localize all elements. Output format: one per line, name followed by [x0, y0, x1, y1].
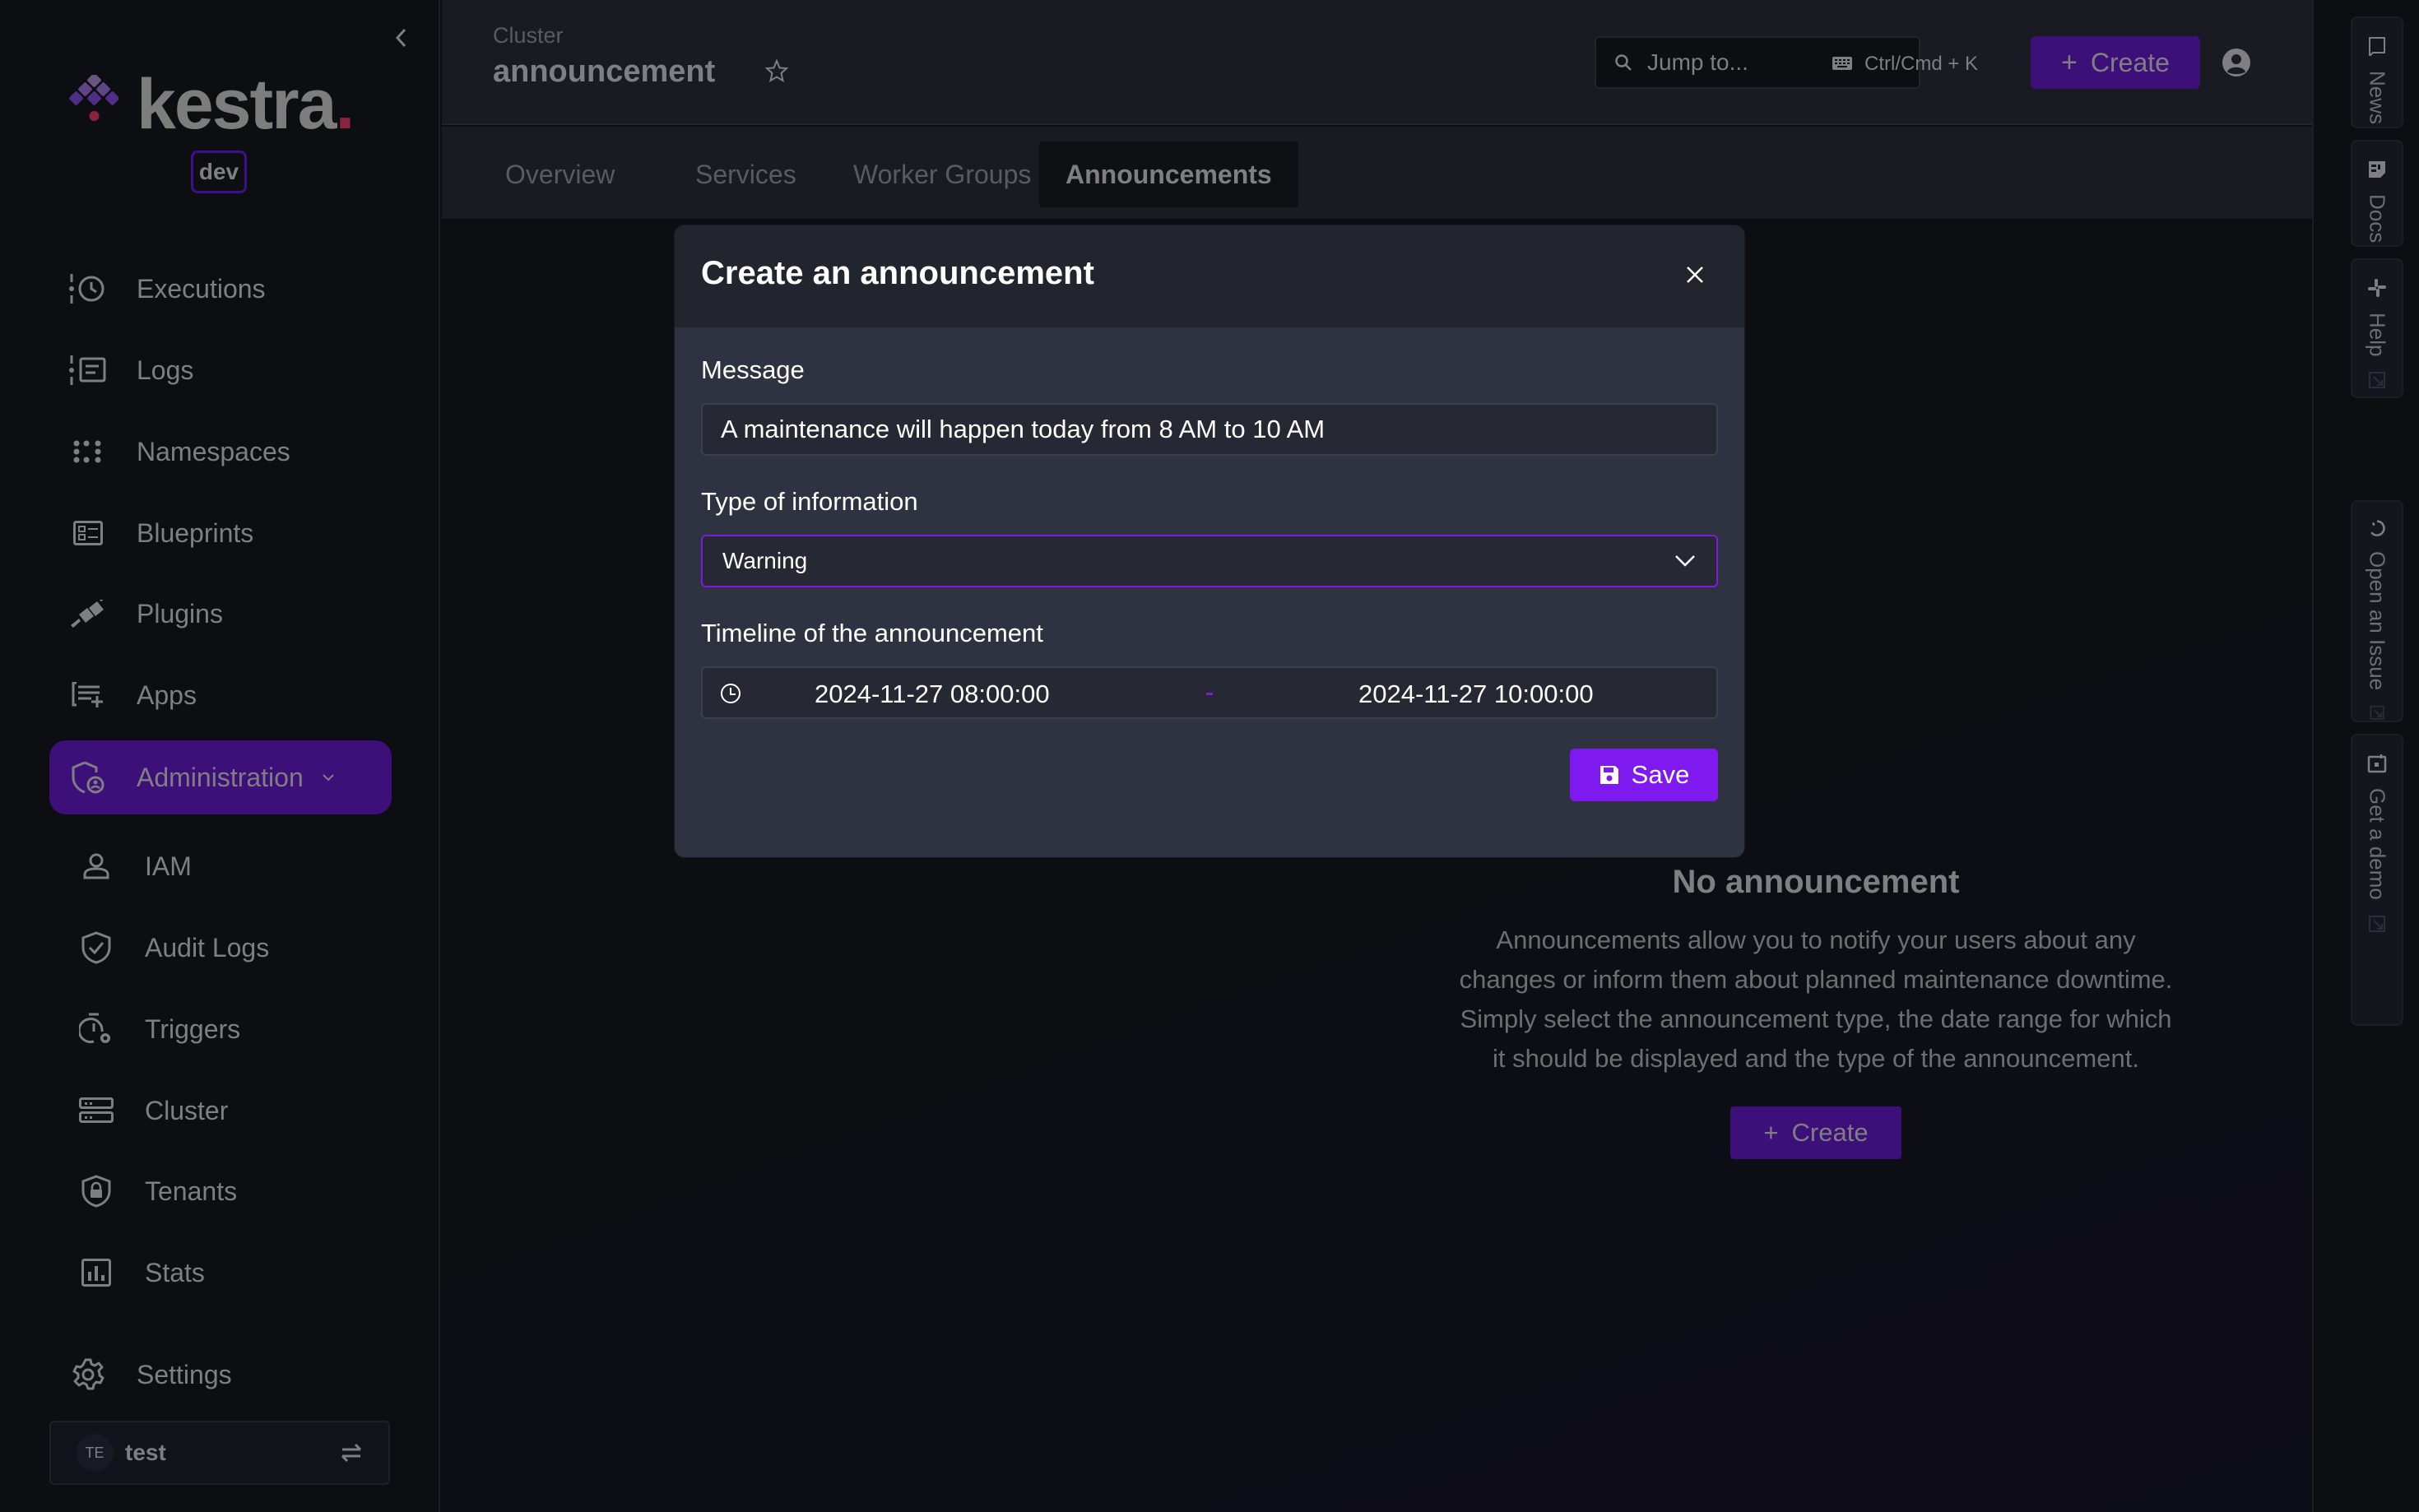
executions-icon [66, 267, 110, 311]
tenant-switcher[interactable]: TE test [49, 1421, 390, 1485]
sidebar-item-plugins[interactable]: Plugins [49, 577, 392, 651]
breadcrumb[interactable]: Cluster [493, 23, 564, 49]
blueprints-icon [66, 511, 110, 555]
message-input[interactable] [701, 403, 1718, 456]
shield-check-icon [74, 925, 118, 970]
tenant-name: test [125, 1440, 166, 1465]
plus-icon: + [2061, 46, 2078, 78]
message-label: Message [701, 355, 805, 384]
sidebar-item-namespaces[interactable]: Namespaces [49, 415, 392, 489]
kestra-wordmark: kestra. [137, 65, 355, 144]
shield-lock-icon [74, 1169, 118, 1213]
plugin-icon [66, 591, 110, 636]
chevron-left-icon [395, 28, 406, 48]
page-title: announcement [493, 54, 716, 89]
sidebar-item-logs[interactable]: Logs [49, 333, 392, 407]
timeline-date-range-picker[interactable]: 2024-11-27 08:00:00 2024-11-27 10:00:00 [701, 666, 1718, 719]
github-icon [2370, 520, 2385, 536]
sidebar-item-audit-logs[interactable]: Audit Logs [49, 911, 392, 985]
external-link-icon [2369, 915, 2385, 932]
user-icon [74, 844, 118, 888]
empty-state-description: Announcements allow you to notify your u… [1459, 925, 2173, 1073]
kestra-logo-mark-icon [69, 75, 118, 121]
dialog-header: Create an announcement [675, 225, 1744, 327]
account-circle-icon[interactable] [2222, 48, 2251, 77]
apps-icon [66, 673, 110, 717]
save-icon [1600, 766, 1618, 784]
type-label: Type of information [701, 487, 918, 516]
timeline-label: Timeline of the announcement [701, 619, 1043, 647]
slack-icon [2368, 279, 2386, 297]
right-rail: News Docs Help Open an Issue Get a demo … [2312, 0, 2419, 1512]
swap-icon [341, 1443, 362, 1463]
docs-icon [2369, 161, 2385, 178]
environment-badge: dev [191, 151, 247, 193]
sidebar-item-iam[interactable]: IAM [49, 829, 392, 903]
create-button[interactable]: + Create [2031, 36, 2200, 89]
chevron-down-icon [323, 774, 334, 782]
rail-open-issue-button[interactable]: Open an Issue [2351, 500, 2403, 722]
sidebar-item-settings[interactable]: Settings [49, 1338, 392, 1412]
keyboard-icon [1832, 57, 1852, 70]
jump-to-search[interactable]: Jump to... Ctrl/Cmd + K [1595, 36, 1978, 89]
search-icon [1615, 54, 1632, 71]
calendar-icon [2367, 754, 2387, 773]
sidebar-item-executions[interactable]: Executions [49, 252, 392, 326]
type-select[interactable]: Warning [701, 535, 1718, 587]
rail-help-button[interactable]: Help [2351, 258, 2403, 398]
sidebar-item-apps[interactable]: Apps [49, 658, 392, 732]
timeline-start[interactable]: 2024-11-27 08:00:00 [815, 679, 1050, 709]
namespaces-icon [66, 429, 110, 474]
sidebar-item-administration[interactable]: Administration [49, 740, 392, 814]
star-outline-icon[interactable] [765, 59, 788, 82]
message-icon [2369, 37, 2385, 56]
keyboard-shortcut: Ctrl/Cmd + K [1864, 53, 1979, 75]
close-button[interactable] [1678, 258, 1711, 291]
tab-overview[interactable]: Overview [479, 141, 641, 207]
range-separator [1206, 693, 1213, 695]
timer-cog-icon [74, 1007, 118, 1051]
save-button[interactable]: Save [1570, 749, 1718, 801]
rail-news-button[interactable]: News [2351, 16, 2403, 128]
shield-account-icon [66, 755, 110, 800]
tab-bar: Overview Services Worker Groups Announce… [442, 127, 2312, 220]
empty-state-create-button[interactable]: + Create [1730, 1106, 1901, 1159]
create-announcement-dialog: Create an announcement Message Type of i… [675, 225, 1744, 857]
close-icon [1687, 267, 1703, 283]
tab-services[interactable]: Services [669, 141, 823, 207]
sidebar-item-stats[interactable]: Stats [49, 1236, 392, 1310]
sidebar-collapse-button[interactable] [387, 23, 416, 53]
sidebar-item-tenants[interactable]: Tenants [49, 1154, 392, 1228]
empty-state-title: No announcement [1672, 864, 1960, 900]
rail-get-demo-button[interactable]: Get a demo [2351, 734, 2403, 1026]
tab-worker-groups[interactable]: Worker Groups [827, 141, 1057, 207]
empty-state: No announcement Announcements allow you … [1421, 864, 2211, 1159]
timeline-end[interactable]: 2024-11-27 10:00:00 [1358, 679, 1594, 709]
server-icon [74, 1088, 118, 1133]
clock-icon [721, 684, 741, 703]
top-bar: Cluster announcement Jump to... Ctrl/Cmd… [442, 0, 2312, 125]
tab-announcements[interactable]: Announcements [1039, 141, 1298, 207]
plus-icon: + [1763, 1118, 1779, 1147]
kestra-logo[interactable]: kestra. [67, 65, 355, 144]
external-link-icon [2370, 706, 2384, 721]
gear-icon [66, 1352, 110, 1397]
dialog-title: Create an announcement [701, 255, 1094, 291]
sidebar-item-triggers[interactable]: Triggers [49, 992, 392, 1066]
type-select-value: Warning [722, 548, 808, 573]
chevron-down-icon [1675, 555, 1695, 567]
sidebar-item-blueprints[interactable]: Blueprints [49, 496, 392, 570]
external-link-icon [2369, 372, 2385, 389]
sidebar-item-cluster[interactable]: Cluster [49, 1074, 392, 1148]
sidebar: kestra. dev Executions Logs Namespaces B [0, 0, 440, 1512]
chart-box-icon [74, 1250, 118, 1295]
jump-to-placeholder: Jump to... [1647, 49, 1748, 75]
tenant-avatar: TE [76, 1434, 114, 1472]
rail-docs-button[interactable]: Docs [2351, 140, 2403, 247]
logs-icon [66, 348, 110, 392]
